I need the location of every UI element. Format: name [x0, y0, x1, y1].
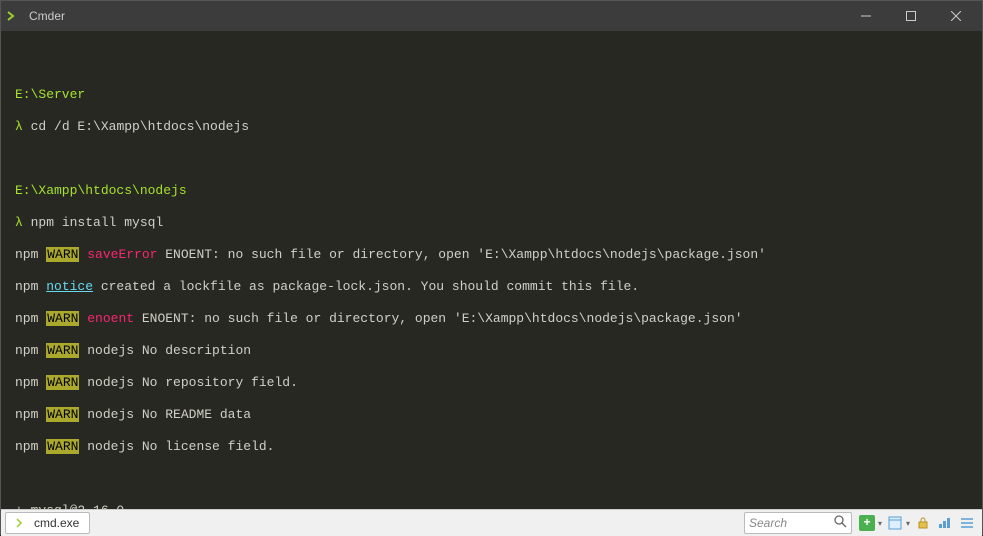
terminal-icon	[16, 517, 28, 529]
minimize-button[interactable]	[843, 1, 888, 31]
command-text: npm install mysql	[31, 215, 164, 230]
lock-button[interactable]	[914, 514, 932, 532]
command-text: cd /d E:\Xampp\htdocs\nodejs	[31, 119, 249, 134]
titlebar: Cmder	[1, 1, 982, 31]
npm-prefix: npm	[15, 247, 46, 262]
warn-badge: WARN	[46, 407, 79, 422]
warn-badge: WARN	[46, 439, 79, 454]
close-button[interactable]	[933, 1, 978, 31]
warn-msg: ENOENT: no such file or directory, open …	[134, 311, 743, 326]
warn-badge: WARN	[46, 311, 79, 326]
prompt-symbol: λ	[15, 119, 23, 134]
warn-badge: WARN	[46, 247, 79, 262]
search-box[interactable]	[744, 512, 852, 534]
add-tab-button[interactable]: +	[858, 514, 876, 532]
warn-msg: nodejs No description	[79, 343, 251, 358]
app-icon	[5, 8, 21, 24]
maximize-button[interactable]	[888, 1, 933, 31]
warn-msg: nodejs No license field.	[79, 439, 274, 454]
window-title: Cmder	[29, 9, 843, 23]
chevron-down-icon[interactable]: ▾	[878, 519, 882, 528]
warn-msg: nodejs No README data	[79, 407, 251, 422]
prompt-path: E:\Server	[15, 87, 85, 102]
warn-tag: enoent	[79, 311, 134, 326]
menu-button[interactable]	[958, 514, 976, 532]
install-pkg: + mysql@2.16.0	[15, 503, 124, 509]
npm-prefix: npm	[15, 407, 46, 422]
tab-label: cmd.exe	[34, 516, 79, 530]
warn-badge: WARN	[46, 343, 79, 358]
prompt-path: E:\Xampp\htdocs\nodejs	[15, 183, 187, 198]
stats-button[interactable]	[936, 514, 954, 532]
warn-tag: saveError	[79, 247, 157, 262]
prompt-symbol: λ	[15, 215, 23, 230]
npm-prefix: npm	[15, 311, 46, 326]
warn-msg: nodejs No repository field.	[79, 375, 297, 390]
warn-badge: WARN	[46, 375, 79, 390]
npm-prefix: npm	[15, 375, 46, 390]
window-controls	[843, 1, 978, 31]
window-layout-button[interactable]	[886, 514, 904, 532]
npm-prefix: npm	[15, 279, 46, 294]
statusbar: cmd.exe + ▾ ▾	[1, 509, 982, 536]
notice-label: notice	[46, 279, 93, 294]
status-icons: + ▾ ▾	[858, 514, 982, 532]
search-input[interactable]	[749, 516, 834, 530]
npm-prefix: npm	[15, 439, 46, 454]
terminal[interactable]: E:\Server λ cd /d E:\Xampp\htdocs\nodejs…	[1, 31, 982, 509]
notice-msg: created a lockfile as package-lock.json.…	[93, 279, 639, 294]
tab-cmd[interactable]: cmd.exe	[5, 512, 90, 534]
warn-msg: ENOENT: no such file or directory, open …	[157, 247, 766, 262]
chevron-down-icon[interactable]: ▾	[906, 519, 910, 528]
search-icon[interactable]	[834, 515, 847, 531]
npm-prefix: npm	[15, 343, 46, 358]
